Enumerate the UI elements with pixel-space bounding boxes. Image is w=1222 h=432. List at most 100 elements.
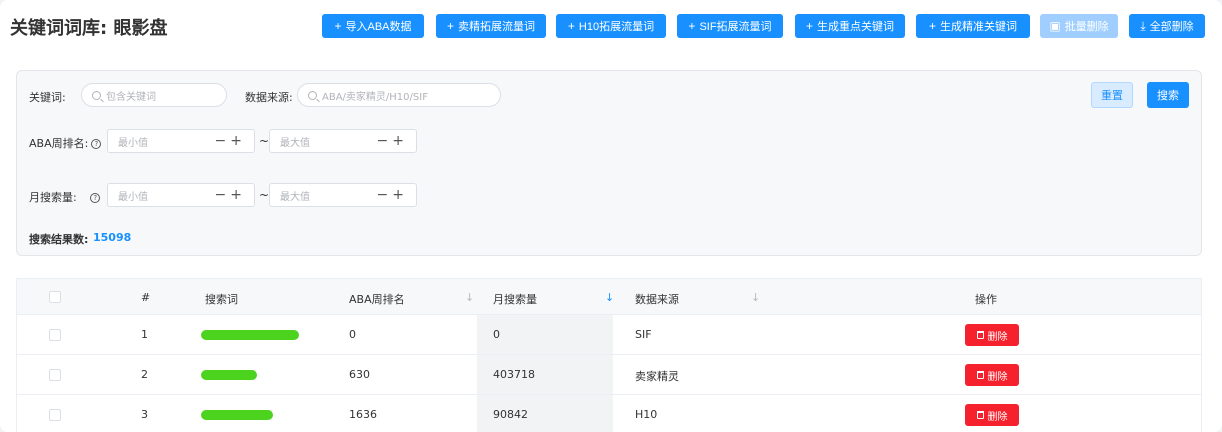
- col-source[interactable]: 数据来源: [635, 291, 679, 307]
- redacted-search-term: [201, 330, 299, 340]
- col-aba-rank[interactable]: ABA周排名: [349, 291, 405, 307]
- row-monthly-search: 403718: [493, 368, 535, 381]
- delete-button[interactable]: 删除: [965, 324, 1019, 346]
- import-aba-label: 导入ABA数据: [345, 21, 412, 33]
- row-aba-rank: 0: [349, 328, 356, 341]
- col-search-term[interactable]: 搜索词: [205, 291, 238, 307]
- sort-arrow-icon[interactable]: ↓: [465, 291, 474, 304]
- row-monthly-search: 90842: [493, 408, 528, 421]
- seller-expand-button[interactable]: + 卖精拓展流量词: [436, 14, 546, 38]
- min-placeholder: 最小值: [118, 191, 148, 203]
- max-placeholder: 最大值: [280, 137, 310, 149]
- row-checkbox[interactable]: [49, 329, 61, 341]
- h10-expand-button[interactable]: + H10拓展流量词: [556, 14, 666, 38]
- plus-icon: +: [446, 19, 454, 33]
- stepper-controls[interactable]: −+: [215, 133, 246, 149]
- aba-rank-label: ABA周排名:?: [29, 135, 102, 151]
- plus-icon: +: [928, 19, 936, 33]
- stepper-controls[interactable]: −+: [215, 187, 246, 203]
- row-index: 2: [141, 368, 148, 381]
- import-aba-button[interactable]: + 导入ABA数据: [322, 14, 424, 38]
- reset-button[interactable]: 重置: [1091, 82, 1133, 108]
- row-aba-rank: 630: [349, 368, 370, 381]
- select-all-checkbox[interactable]: [49, 291, 61, 303]
- col-index: #: [141, 291, 151, 304]
- page-title: 关键词词库: 眼影盘: [10, 18, 168, 39]
- page-header: 关键词词库: 眼影盘 + 导入ABA数据 + 卖精拓展流量词 + H10拓展流量…: [0, 0, 1222, 52]
- monthly-search-min-input[interactable]: 最小值 −+: [107, 183, 255, 207]
- sif-expand-button[interactable]: + SIF拓展流量词: [677, 14, 783, 38]
- filter-panel: 关键词: 包含关键词 数据来源: ABA/卖家精灵/H10/SIF 重置 搜索 …: [16, 70, 1202, 256]
- trash-icon: ▣: [1049, 19, 1061, 33]
- batch-delete-label: 批量删除: [1064, 21, 1109, 33]
- aba-rank-label-text: ABA周排名:: [29, 137, 89, 150]
- delete-button[interactable]: 删除: [965, 364, 1019, 386]
- row-source: 卖家精灵: [635, 370, 679, 383]
- plus-icon: +: [567, 19, 575, 33]
- source-placeholder: ABA/卖家精灵/H10/SIF: [322, 91, 428, 103]
- range-separator: ~: [259, 188, 270, 202]
- row-aba-rank: 1636: [349, 408, 377, 421]
- table-row: 1 0 0 SIF 删除: [17, 315, 1201, 355]
- row-index: 3: [141, 408, 148, 421]
- table-row: 3 1636 90842 H10 删除: [17, 395, 1201, 432]
- delete-label: 删除: [987, 411, 1008, 423]
- trash-icon: [976, 411, 984, 419]
- aba-rank-min-input[interactable]: 最小值 −+: [107, 129, 255, 153]
- keyword-input[interactable]: 包含关键词: [81, 83, 227, 107]
- gen-precise-keywords-button[interactable]: + 生成精准关键词: [916, 14, 1030, 38]
- result-count-value: 15098: [93, 231, 132, 244]
- trash-icon: [976, 331, 984, 339]
- keyword-label: 关键词:: [29, 91, 66, 104]
- sif-expand-label: SIF拓展流量词: [699, 21, 772, 33]
- keyword-library-page: 关键词词库: 眼影盘 + 导入ABA数据 + 卖精拓展流量词 + H10拓展流量…: [0, 0, 1222, 432]
- table-header: # 搜索词 ABA周排名 ↓ 月搜索量 ↓ 数据来源 ↓ 操作: [17, 279, 1201, 315]
- help-icon[interactable]: ?: [90, 193, 101, 203]
- plus-icon: +: [688, 19, 696, 33]
- delete-label: 删除: [987, 371, 1008, 383]
- gen-key-label: 生成重点关键词: [817, 21, 894, 33]
- plus-icon: +: [334, 19, 342, 33]
- col-actions: 操作: [975, 293, 997, 306]
- delete-label: 删除: [987, 331, 1008, 343]
- table-row: 2 630 403718 卖家精灵 删除: [17, 355, 1201, 395]
- col-monthly-search[interactable]: 月搜索量: [493, 291, 537, 307]
- source-input[interactable]: ABA/卖家精灵/H10/SIF: [297, 83, 501, 107]
- sort-arrow-icon-active[interactable]: ↓: [605, 291, 614, 304]
- row-checkbox[interactable]: [49, 369, 61, 381]
- monthly-search-label-text: 月搜索量:: [29, 191, 77, 204]
- row-monthly-search: 0: [493, 328, 500, 341]
- delete-all-button[interactable]: ⤓ 全部删除: [1129, 14, 1205, 38]
- sort-arrow-icon[interactable]: ↓: [751, 291, 760, 304]
- search-button[interactable]: 搜索: [1147, 82, 1189, 108]
- redacted-search-term: [201, 370, 257, 380]
- min-placeholder: 最小值: [118, 137, 148, 149]
- delete-button[interactable]: 删除: [965, 404, 1019, 426]
- row-source: SIF: [635, 328, 652, 341]
- h10-expand-label: H10拓展流量词: [578, 21, 655, 33]
- row-source: H10: [635, 408, 658, 421]
- search-icon: [92, 90, 101, 100]
- gen-key-keywords-button[interactable]: + 生成重点关键词: [795, 14, 905, 38]
- aba-rank-max-input[interactable]: 最大值 −+: [269, 129, 417, 153]
- row-index: 1: [141, 328, 148, 341]
- max-placeholder: 最大值: [280, 191, 310, 203]
- stepper-controls[interactable]: −+: [377, 133, 408, 149]
- delete-all-label: 全部删除: [1149, 21, 1194, 33]
- trash-icon: [976, 371, 984, 379]
- monthly-search-label: 月搜索量: ?: [29, 189, 101, 205]
- batch-delete-button[interactable]: ▣ 批量删除: [1040, 14, 1118, 38]
- plus-icon: +: [805, 19, 813, 33]
- row-checkbox[interactable]: [49, 409, 61, 421]
- source-label: 数据来源:: [245, 91, 293, 104]
- help-icon[interactable]: ?: [91, 139, 102, 149]
- keyword-placeholder: 包含关键词: [106, 91, 156, 103]
- seller-expand-label: 卖精拓展流量词: [458, 21, 535, 33]
- redacted-search-term: [201, 410, 273, 420]
- monthly-search-max-input[interactable]: 最大值 −+: [269, 183, 417, 207]
- result-count-label: 搜索结果数:: [29, 233, 89, 246]
- download-icon: ⤓: [1140, 19, 1146, 33]
- gen-precise-label: 生成精准关键词: [940, 21, 1017, 33]
- search-icon: [308, 90, 317, 100]
- stepper-controls[interactable]: −+: [377, 187, 408, 203]
